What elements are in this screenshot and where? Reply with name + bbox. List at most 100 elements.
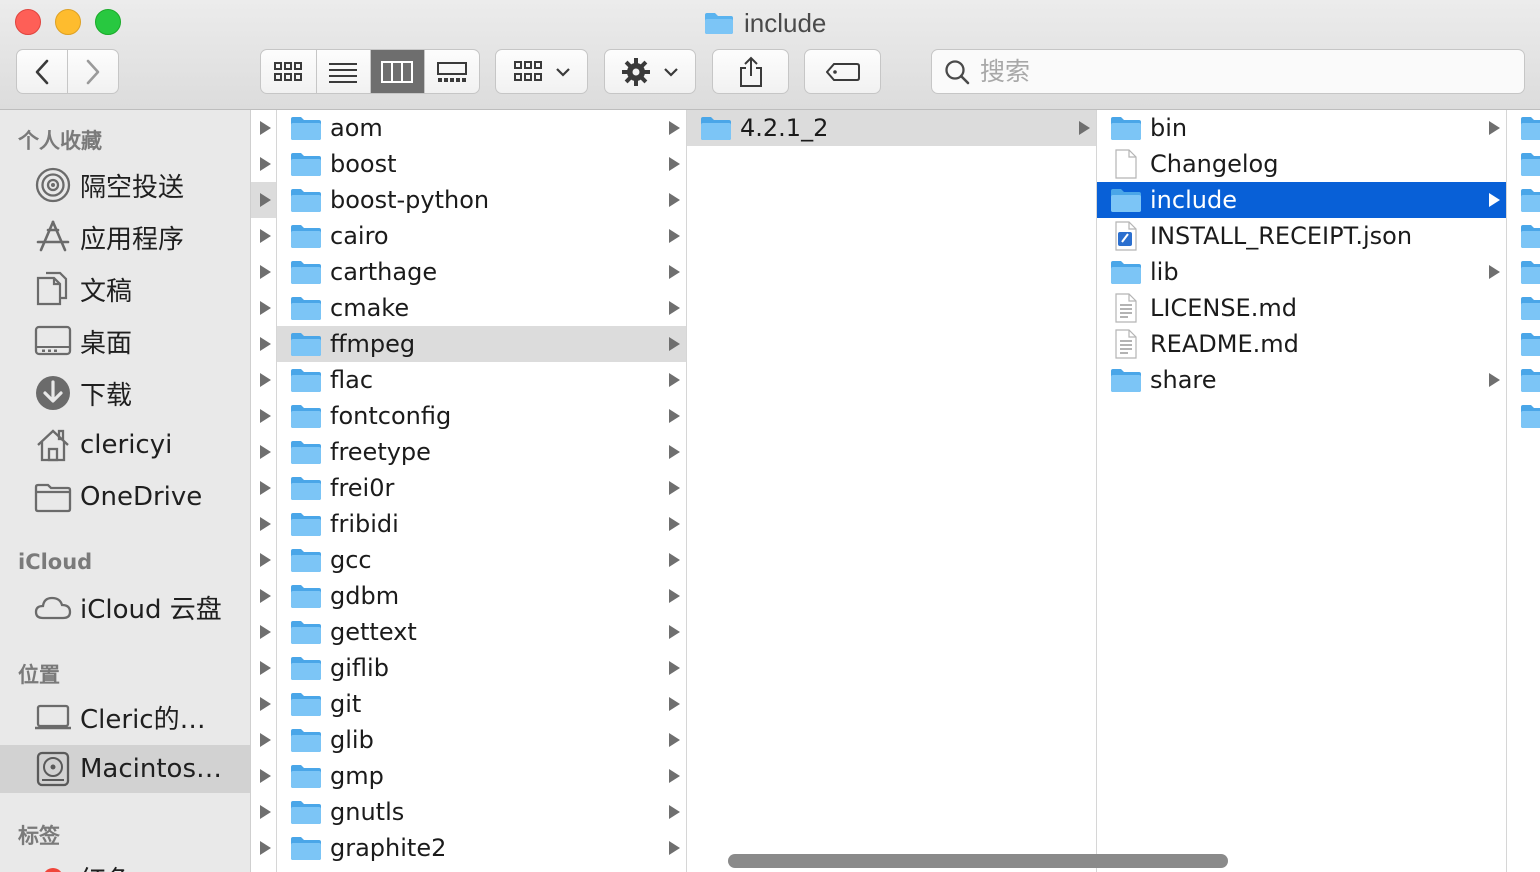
file-row[interactable] (251, 722, 276, 758)
file-row[interactable]: cairo (277, 218, 686, 254)
folder-icon (291, 153, 321, 176)
file-row[interactable] (251, 398, 276, 434)
file-row[interactable] (251, 578, 276, 614)
file-row[interactable]: aom (277, 110, 686, 146)
file-row[interactable]: flac (277, 362, 686, 398)
file-row[interactable]: share (1097, 362, 1506, 398)
folder-icon (291, 477, 321, 500)
file-row[interactable] (251, 542, 276, 578)
search-input[interactable] (980, 57, 1500, 86)
file-row[interactable]: gcc (277, 542, 686, 578)
sidebar-item-downloads[interactable]: 下载 (0, 369, 250, 417)
edit-tags-button[interactable] (804, 49, 881, 94)
file-row[interactable] (251, 254, 276, 290)
horizontal-scrollbar[interactable] (728, 854, 1228, 868)
group-by-button[interactable] (495, 49, 588, 94)
sidebar-item-applications[interactable]: 应用程序 (0, 213, 250, 261)
file-row[interactable] (1507, 362, 1540, 398)
file-row[interactable] (251, 290, 276, 326)
minimize-window-button[interactable] (55, 9, 81, 35)
sidebar-item-home[interactable]: clericyi (0, 421, 250, 469)
file-row[interactable] (1507, 398, 1540, 434)
sidebar-item-desktop[interactable]: 桌面 (0, 317, 250, 365)
file-row[interactable]: gmp (277, 758, 686, 794)
file-row[interactable]: include (1097, 182, 1506, 218)
file-row[interactable]: INSTALL_RECEIPT.json (1097, 218, 1506, 254)
file-row[interactable]: graphite2 (277, 830, 686, 866)
sidebar-item-macintosh-hd[interactable]: Macintos… (0, 745, 250, 793)
sidebar-item-onedrive[interactable]: OneDrive (0, 473, 250, 521)
file-row[interactable] (251, 758, 276, 794)
file-row[interactable] (251, 182, 276, 218)
gallery-view-button[interactable] (425, 50, 479, 93)
sidebar-item-airdrop[interactable]: 隔空投送 (0, 161, 250, 209)
file-row[interactable]: fontconfig (277, 398, 686, 434)
file-row[interactable]: Changelog (1097, 146, 1506, 182)
file-row[interactable]: boost-python (277, 182, 686, 218)
file-row[interactable] (251, 326, 276, 362)
sidebar-item-documents[interactable]: 文稿 (0, 265, 250, 313)
disclosure-arrow-icon (669, 157, 680, 171)
action-menu-button[interactable] (604, 49, 696, 94)
file-row[interactable] (251, 650, 276, 686)
close-window-button[interactable] (15, 9, 41, 35)
sidebar-item-icloud-drive[interactable]: iCloud 云盘 (0, 583, 250, 631)
file-row[interactable]: 4.2.1_2 (687, 110, 1096, 146)
file-row[interactable] (1507, 182, 1540, 218)
file-row[interactable] (251, 794, 276, 830)
file-row[interactable]: gdbm (277, 578, 686, 614)
disclosure-arrow-icon (260, 481, 271, 495)
file-row[interactable] (1507, 290, 1540, 326)
zoom-window-button[interactable] (95, 9, 121, 35)
file-row[interactable] (251, 686, 276, 722)
column-view-button[interactable] (371, 50, 425, 93)
file-row[interactable] (251, 218, 276, 254)
file-row[interactable] (1507, 326, 1540, 362)
file-row[interactable] (1507, 146, 1540, 182)
file-row[interactable]: cmake (277, 290, 686, 326)
icon-view-button[interactable] (261, 50, 317, 93)
file-row[interactable]: gettext (277, 614, 686, 650)
file-row[interactable]: glib (277, 722, 686, 758)
disclosure-arrow-icon (260, 805, 271, 819)
file-row[interactable] (251, 506, 276, 542)
file-row[interactable] (251, 470, 276, 506)
file-row[interactable] (1507, 254, 1540, 290)
file-row[interactable] (251, 362, 276, 398)
share-button[interactable] (712, 49, 789, 94)
file-row[interactable] (251, 110, 276, 146)
sidebar-section-locations: 位置 (18, 663, 60, 687)
file-row[interactable]: freetype (277, 434, 686, 470)
file-row[interactable] (251, 146, 276, 182)
file-row[interactable]: lib (1097, 254, 1506, 290)
file-row[interactable]: git (277, 686, 686, 722)
list-view-button[interactable] (317, 50, 371, 93)
search-field[interactable] (931, 49, 1525, 94)
file-row[interactable] (1507, 110, 1540, 146)
file-row[interactable]: LICENSE.md (1097, 290, 1506, 326)
folder-icon (1521, 333, 1540, 356)
file-row[interactable]: fribidi (277, 506, 686, 542)
forward-button[interactable] (68, 50, 119, 93)
back-button[interactable] (17, 50, 68, 93)
disclosure-arrow-icon (669, 373, 680, 387)
sidebar-item-label: clericyi (80, 430, 173, 460)
file-row[interactable]: boost (277, 146, 686, 182)
sidebar-item-laptop[interactable]: Cleric的… (0, 693, 250, 741)
file-row[interactable] (251, 830, 276, 866)
folder-icon (1111, 261, 1141, 284)
file-row[interactable] (1507, 218, 1540, 254)
file-row[interactable]: frei0r (277, 470, 686, 506)
gallery-icon (436, 61, 467, 82)
file-name: share (1150, 366, 1217, 394)
sidebar-item-tag-red[interactable]: 红色 (0, 854, 250, 872)
file-row[interactable] (251, 614, 276, 650)
file-name: gettext (330, 618, 417, 646)
file-row[interactable]: README.md (1097, 326, 1506, 362)
file-row[interactable]: ffmpeg (277, 326, 686, 362)
file-row[interactable]: bin (1097, 110, 1506, 146)
file-row[interactable]: giflib (277, 650, 686, 686)
file-row[interactable]: carthage (277, 254, 686, 290)
file-row[interactable]: gnutls (277, 794, 686, 830)
file-row[interactable] (251, 434, 276, 470)
